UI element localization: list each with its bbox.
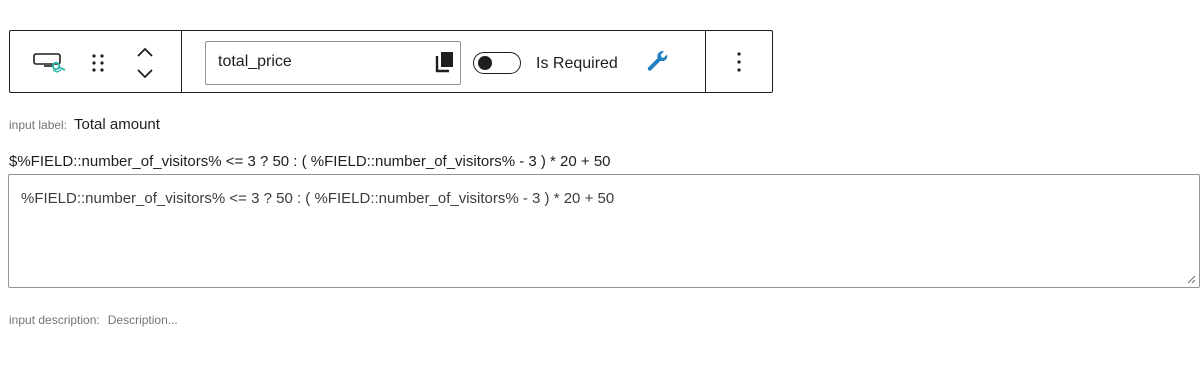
block-type-button[interactable] — [32, 51, 68, 73]
input-description-caption: input description: — [9, 313, 100, 327]
is-required-toggle[interactable] — [473, 52, 521, 74]
copy-button[interactable] — [434, 51, 454, 73]
input-label-value[interactable]: Total amount — [74, 116, 160, 133]
is-required-label: Is Required — [536, 55, 618, 72]
more-vertical-icon — [737, 51, 741, 72]
formula-heading: $%FIELD::number_of_visitors% <= 3 ? 50 :… — [9, 153, 611, 170]
toolbar-options — [705, 31, 772, 92]
move-down-icon[interactable] — [137, 69, 153, 79]
wrench-icon — [647, 51, 668, 71]
formula-textarea[interactable]: %FIELD::number_of_visitors% <= 3 ? 50 : … — [8, 174, 1200, 288]
toggle-knob — [478, 56, 492, 70]
copy-icon — [435, 52, 453, 73]
input-label-row: input label: Total amount — [9, 116, 160, 133]
block-toolbar: total_price Is Required — [9, 30, 773, 93]
input-description-field[interactable]: Description... — [108, 313, 178, 327]
drag-handle-button[interactable] — [90, 53, 106, 73]
mover-control — [134, 44, 156, 82]
block-type-icon — [33, 53, 66, 73]
resize-handle-icon[interactable] — [1187, 275, 1196, 284]
formula-value[interactable]: %FIELD::number_of_visitors% <= 3 ? 50 : … — [21, 190, 614, 207]
move-up-icon[interactable] — [137, 47, 153, 57]
field-name-input[interactable]: total_price — [205, 41, 461, 85]
settings-button[interactable] — [646, 51, 670, 75]
field-name-value[interactable]: total_price — [218, 53, 292, 71]
input-label-caption: input label: — [9, 118, 68, 132]
drag-handle-icon — [92, 54, 104, 72]
input-description-row: input description: Description... — [9, 313, 178, 327]
more-options-button[interactable] — [736, 50, 742, 74]
